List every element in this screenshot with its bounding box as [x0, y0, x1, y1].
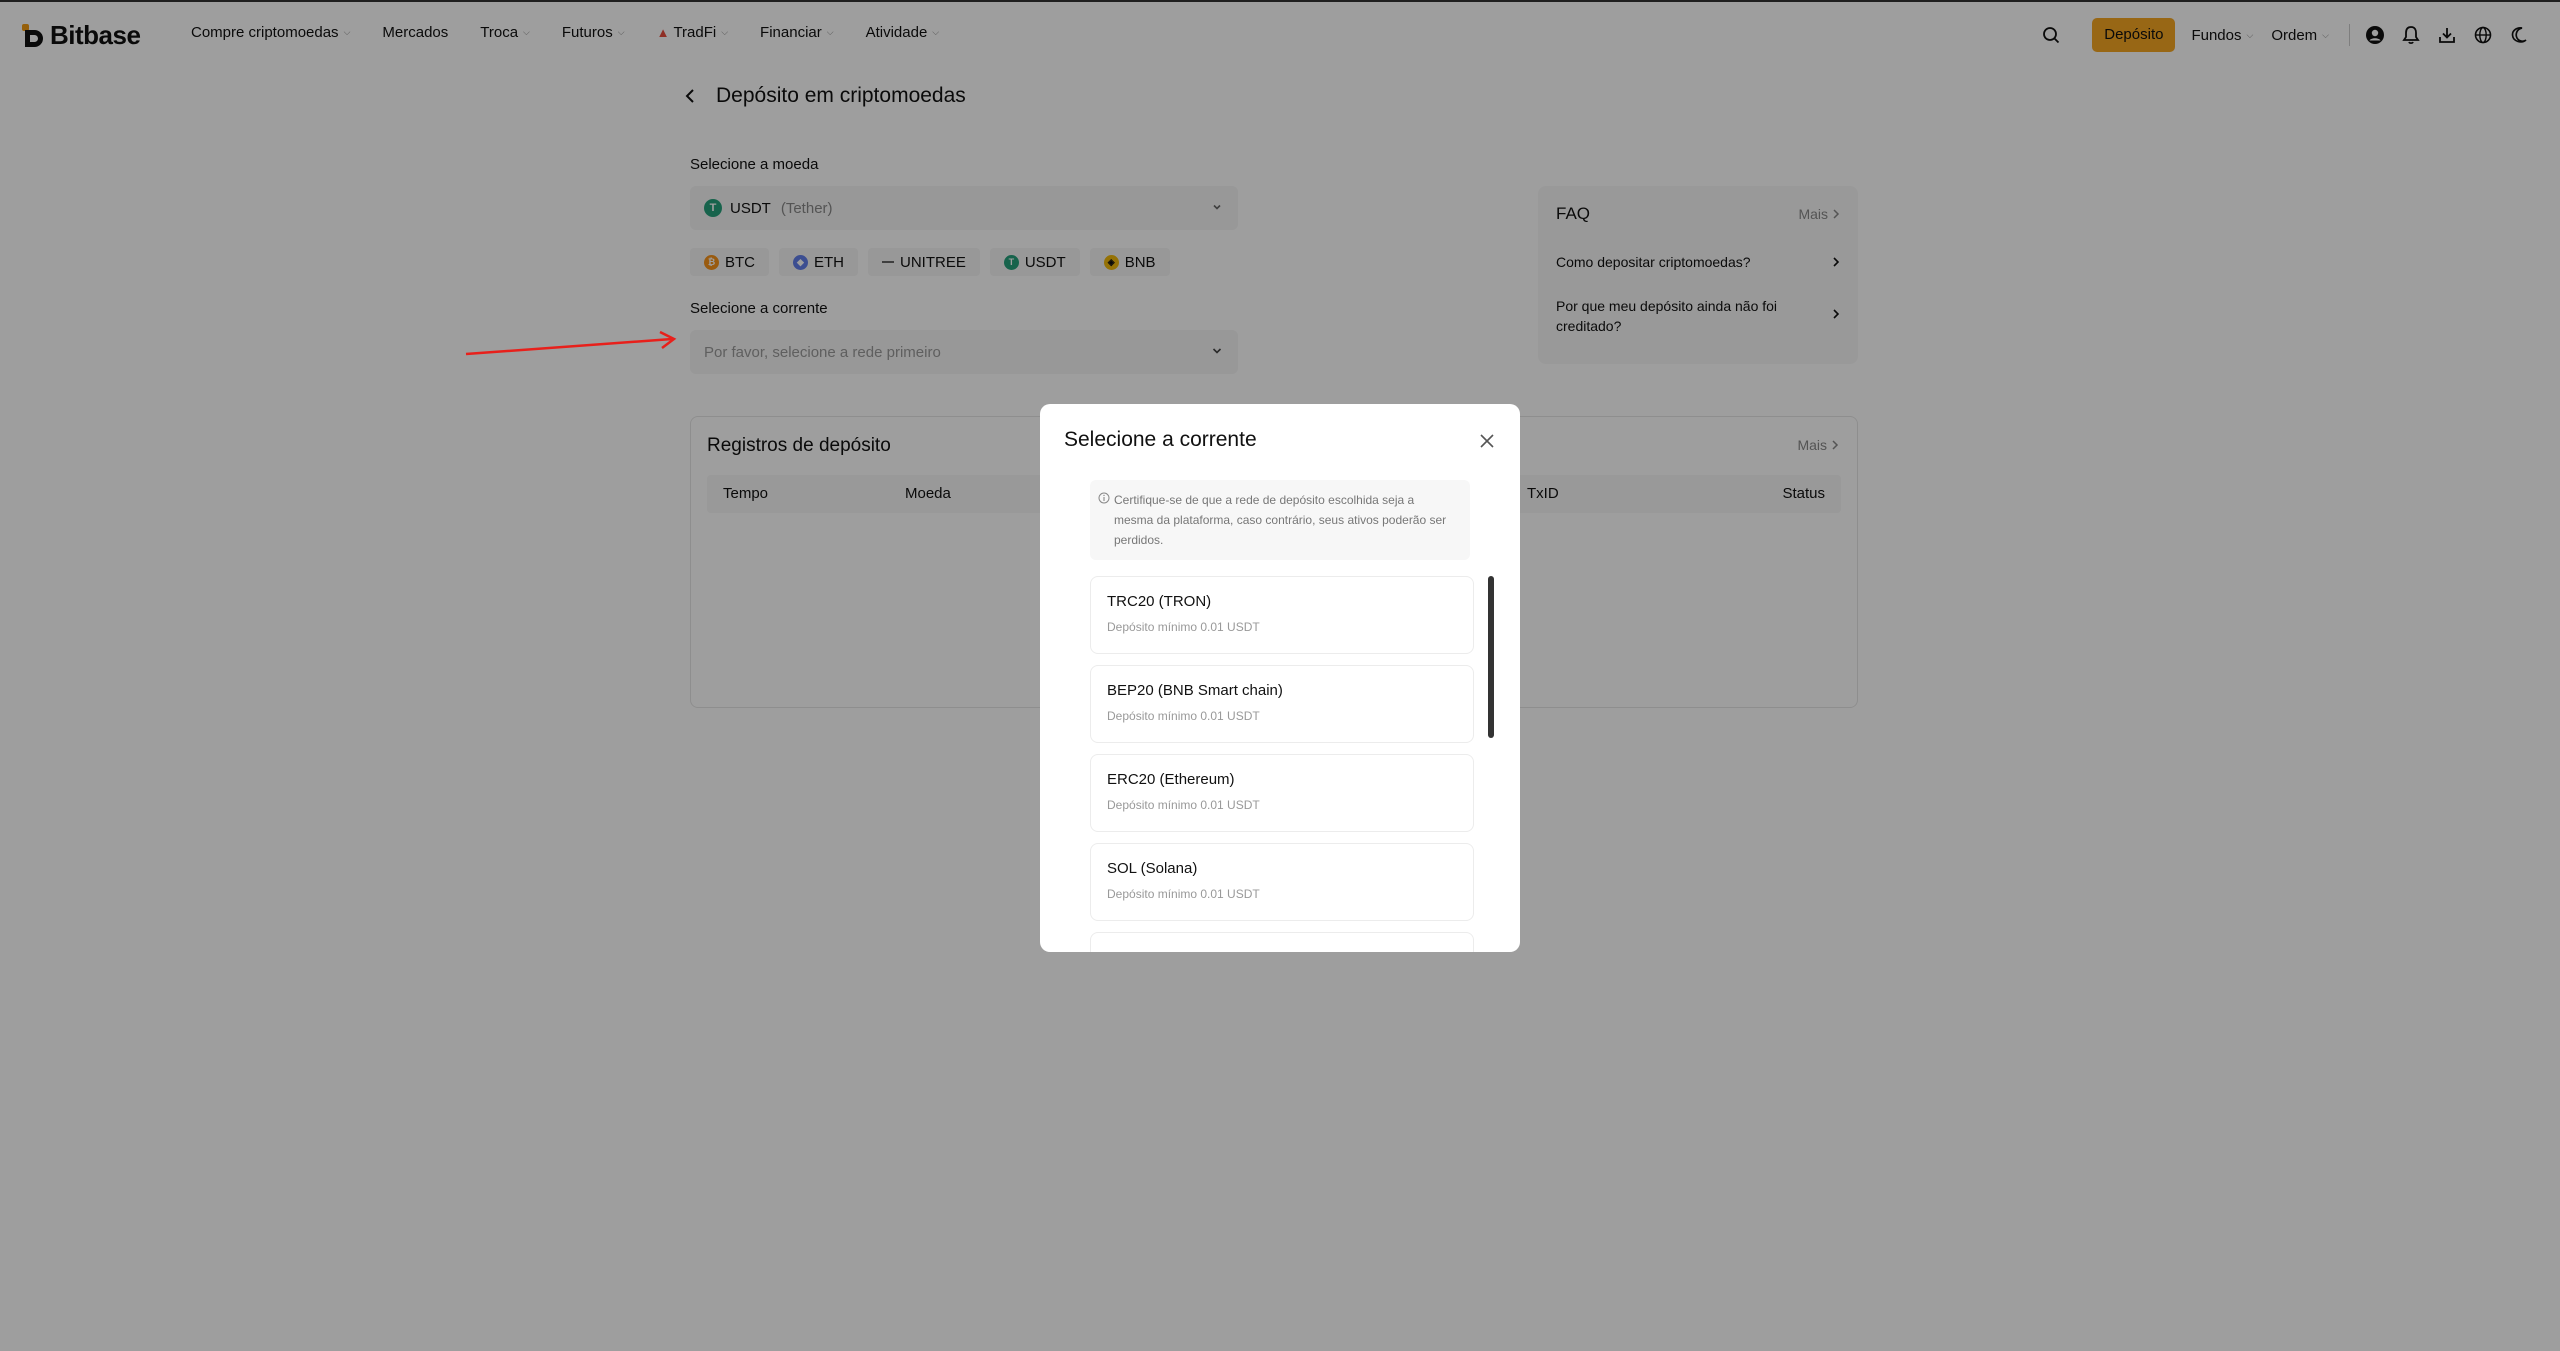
- close-icon[interactable]: [1478, 432, 1496, 450]
- network-name: TRC20 (TRON): [1107, 593, 1212, 610]
- info-icon: [1098, 492, 1110, 504]
- modal-title: Selecione a corrente: [1064, 428, 1257, 451]
- network-name: ERC20 (Ethereum): [1107, 771, 1235, 788]
- network-option-sol[interactable]: SOL (Solana) Depósito mínimo 0.01 USDT: [1090, 843, 1474, 921]
- network-select-modal: Selecione a corrente Certifique-se de qu…: [1040, 404, 1520, 952]
- network-min-deposit: Depósito mínimo 0.01 USDT: [1107, 620, 1260, 634]
- network-option-more[interactable]: [1090, 932, 1474, 952]
- network-min-deposit: Depósito mínimo 0.01 USDT: [1107, 709, 1260, 723]
- network-name: SOL (Solana): [1107, 860, 1198, 877]
- network-min-deposit: Depósito mínimo 0.01 USDT: [1107, 798, 1260, 812]
- network-option-erc20[interactable]: ERC20 (Ethereum) Depósito mínimo 0.01 US…: [1090, 754, 1474, 832]
- network-option-trc20[interactable]: TRC20 (TRON) Depósito mínimo 0.01 USDT: [1090, 576, 1474, 654]
- network-min-deposit: Depósito mínimo 0.01 USDT: [1107, 887, 1260, 901]
- network-warning-notice: Certifique-se de que a rede de depósito …: [1090, 480, 1470, 560]
- modal-backdrop-header: [0, 0, 2560, 66]
- network-name: BEP20 (BNB Smart chain): [1107, 682, 1283, 699]
- network-option-bep20[interactable]: BEP20 (BNB Smart chain) Depósito mínimo …: [1090, 665, 1474, 743]
- network-list: TRC20 (TRON) Depósito mínimo 0.01 USDT B…: [1090, 576, 1478, 952]
- annotation-arrow-icon: [465, 330, 677, 356]
- modal-scrollbar[interactable]: [1488, 576, 1494, 738]
- notice-text: Certifique-se de que a rede de depósito …: [1114, 493, 1447, 547]
